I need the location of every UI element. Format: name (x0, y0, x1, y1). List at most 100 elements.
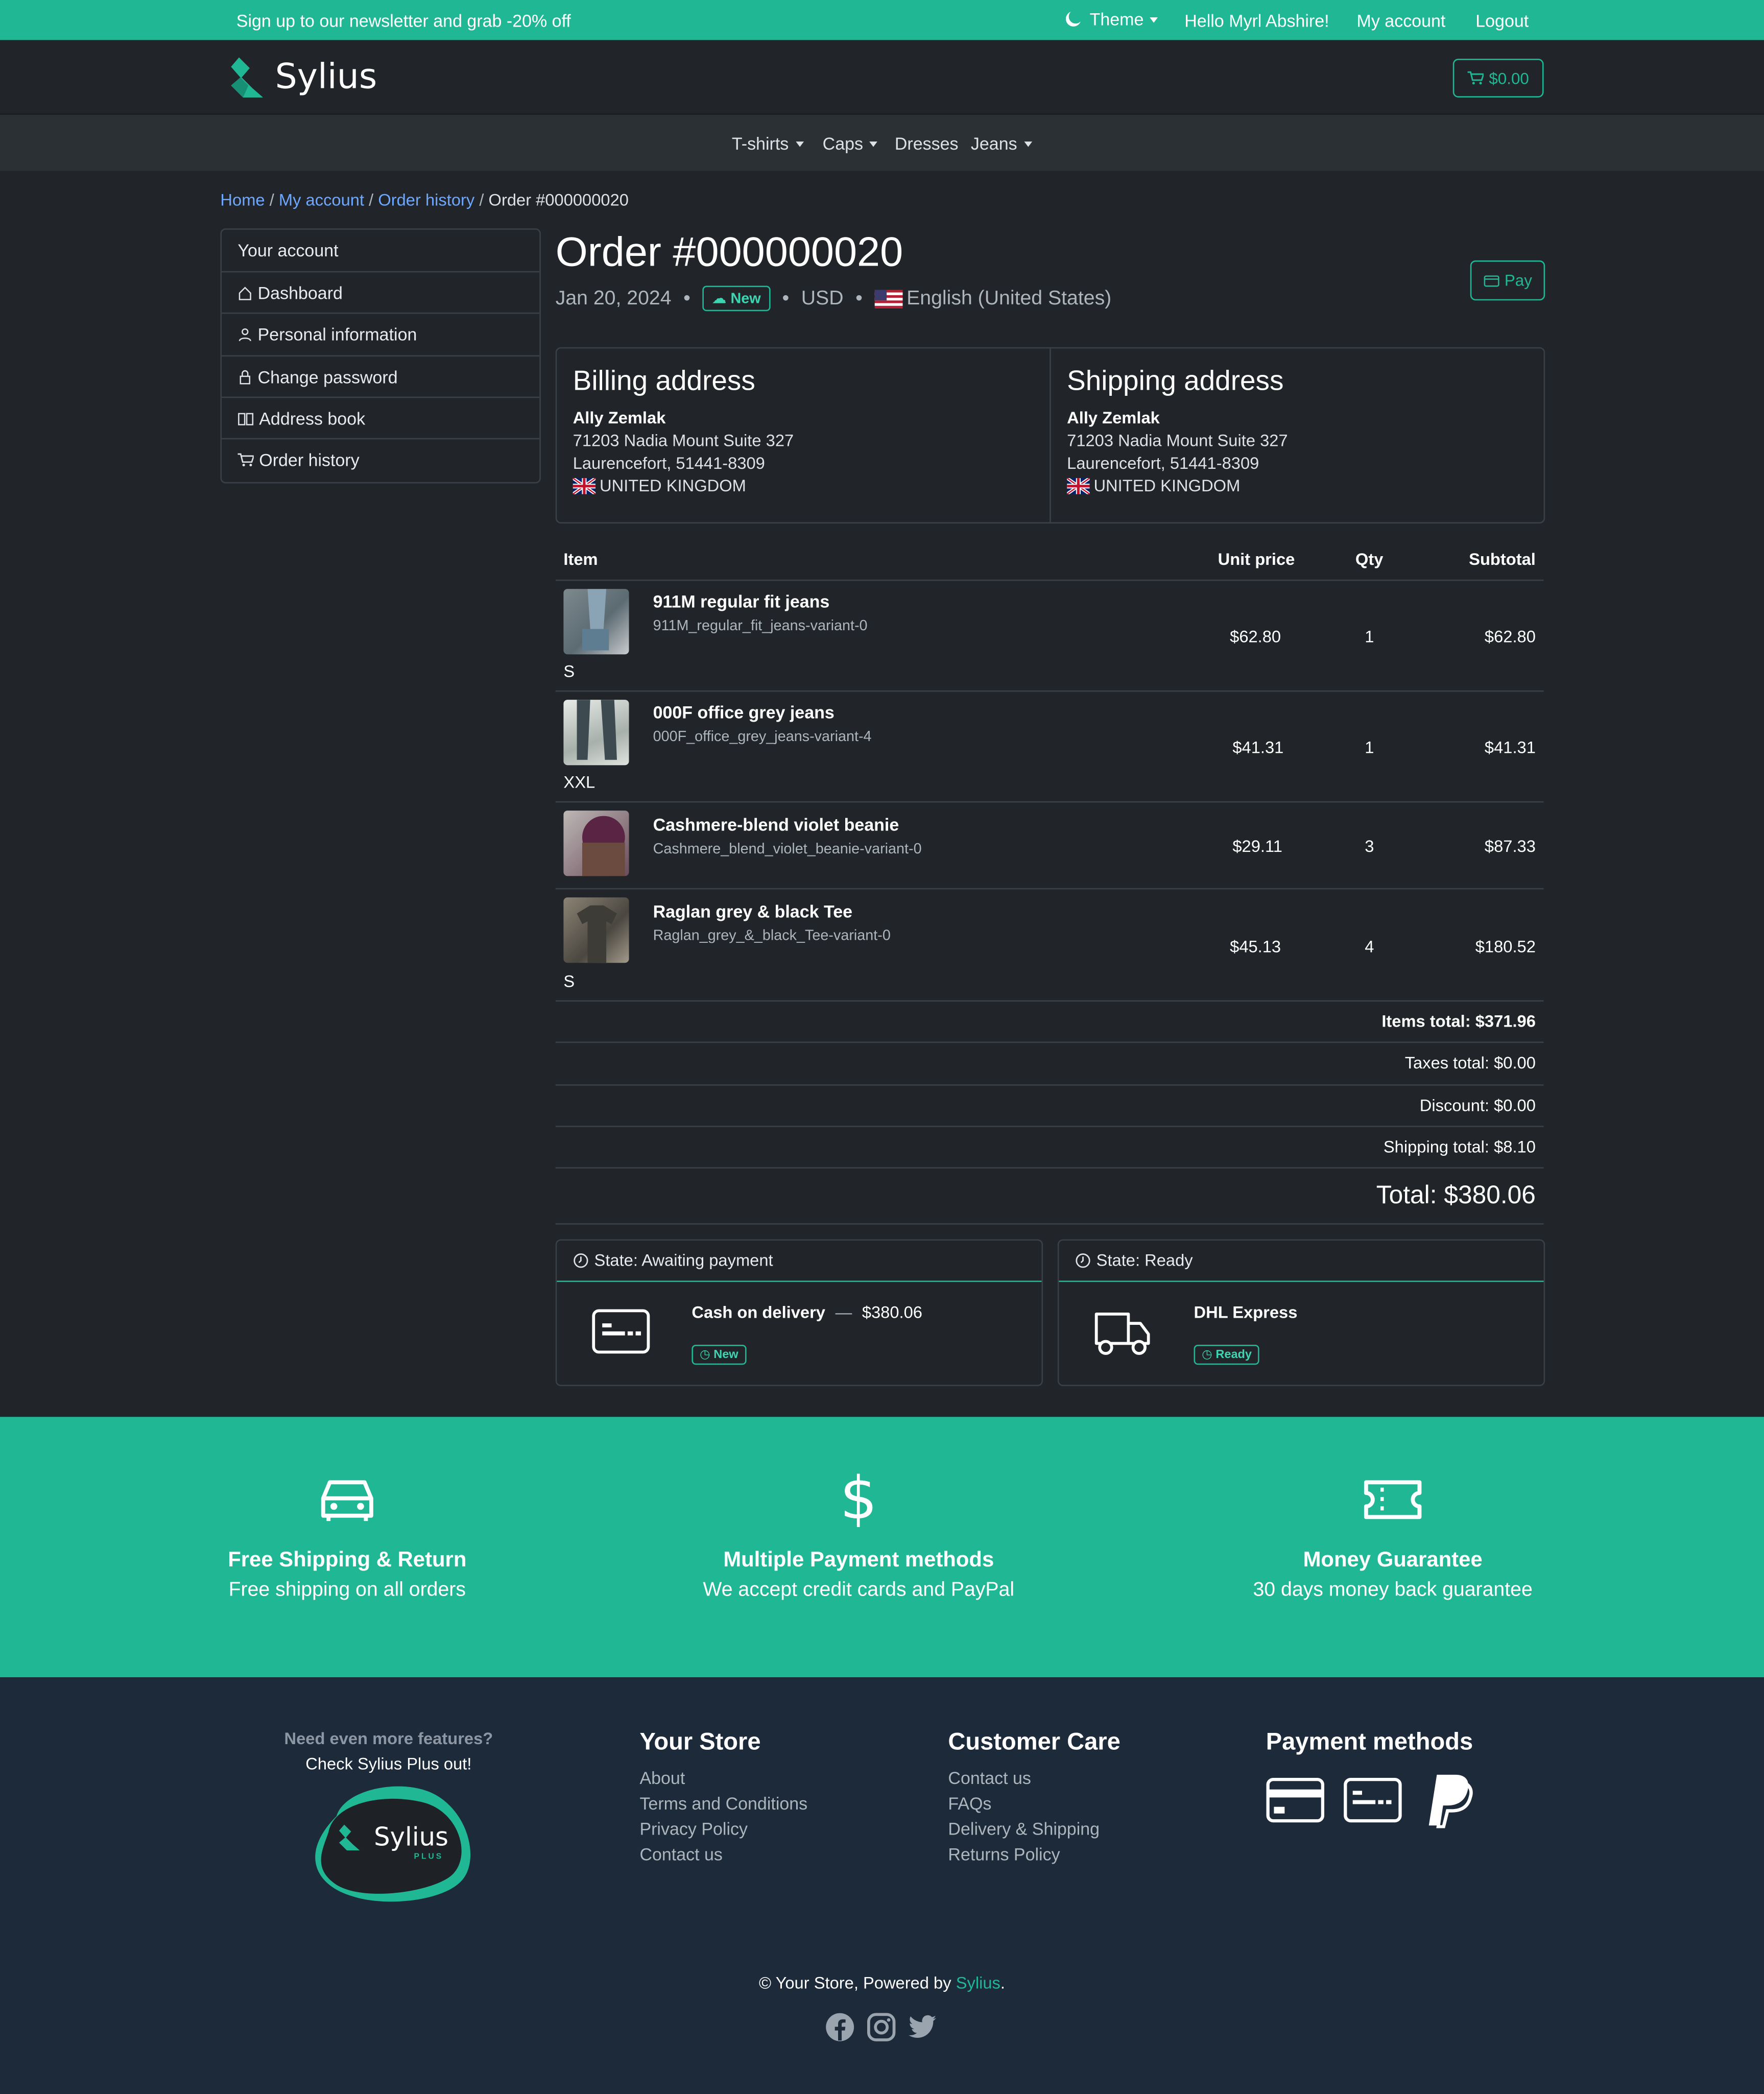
shipment-state-label: State: Ready (1096, 1251, 1193, 1270)
row-subtotal: $41.31 (1484, 738, 1536, 757)
twitter-icon[interactable] (908, 2014, 938, 2040)
breadcrumb-account[interactable]: My account (279, 191, 364, 210)
sylius-logo-icon (339, 1824, 360, 1851)
copyright: © Your Store, Powered by Sylius. (0, 1974, 1764, 1993)
quantity: 4 (1365, 937, 1374, 957)
sidebar-item-label: Change password (257, 366, 398, 387)
plus-cta[interactable]: Check Sylius Plus out! (255, 1755, 522, 1774)
taxes-total-value: Taxes total: $0.00 (1404, 1053, 1536, 1073)
plus-question: Need even more features? (284, 1729, 493, 1748)
feature-title: Free Shipping & Return (228, 1549, 467, 1572)
billing-title: Billing address (573, 366, 755, 397)
sidebar-item-label: Personal information (257, 324, 417, 344)
product-variant: 000F_office_grey_jeans-variant-4 (653, 729, 872, 746)
cart-icon (237, 453, 254, 466)
brand-logo[interactable]: Sylius (227, 56, 377, 99)
footer-link[interactable]: Contact us (639, 1844, 807, 1864)
uk-flag-icon (573, 478, 596, 494)
sidebar-item-dashboard[interactable]: Dashboard (222, 271, 540, 313)
sylius-link[interactable]: Sylius (956, 1974, 1000, 1993)
table-header: Item Unit price Qty Subtotal (556, 539, 1544, 579)
meta-separator: • (855, 287, 863, 310)
table-row: Raglan grey & black Tee Raglan_grey_&_bl… (555, 888, 1544, 1002)
nav-label: T-shirts (731, 133, 789, 154)
theme-label: Theme (1089, 9, 1144, 30)
shipping-country: UNITED KINGDOM (1067, 477, 1288, 495)
billing-country: UNITED KINGDOM (573, 477, 794, 495)
status-badge: ☁ New (702, 285, 770, 312)
sidebar-item-personal-information[interactable]: Personal information (222, 312, 540, 354)
copyright-text: © Your Store, Powered by (759, 1973, 951, 1993)
product-name[interactable]: 911M regular fit jeans (653, 591, 830, 611)
sidebar-item-order-history[interactable]: Order history (222, 438, 540, 480)
jeans-photo (582, 589, 609, 651)
copyright-period: . (1000, 1973, 1006, 1993)
unit-price: $29.11 (1232, 837, 1282, 856)
feature-subtitle: 30 days money back guarantee (1253, 1578, 1533, 1602)
sidebar-item-change-password[interactable]: Change password (222, 355, 540, 397)
theme-toggle[interactable]: Theme (1064, 9, 1159, 30)
moon-icon (1065, 12, 1081, 27)
feature-title: Multiple Payment methods (723, 1549, 994, 1572)
footer-link[interactable]: Terms and Conditions (639, 1794, 807, 1814)
footer-link[interactable]: Privacy Policy (639, 1819, 807, 1839)
sidebar-item-address-book[interactable]: Address book (222, 396, 540, 438)
shipment-status-label: Ready (1215, 1347, 1252, 1361)
feature-subtitle: Free shipping on all orders (228, 1578, 466, 1602)
footer-link[interactable]: Returns Policy (948, 1844, 1120, 1864)
cart-total: $0.00 (1489, 68, 1529, 88)
footer-link[interactable]: FAQs (948, 1794, 1120, 1814)
shipping-title: Shipping address (1067, 366, 1284, 397)
product-image[interactable] (563, 700, 629, 766)
feature-title: Money Guarantee (1303, 1549, 1483, 1572)
breadcrumb-home[interactable]: Home (220, 191, 265, 210)
payment-icons (1266, 1772, 1477, 1828)
shipping-name: Ally Zemlak (1067, 409, 1160, 427)
plus-logo-text: Sylius (374, 1823, 449, 1852)
caret-icon (795, 141, 804, 147)
top-bar: Sign up to our newsletter and grab -20% … (0, 0, 1764, 40)
footer-care-column: Customer Care Contact us FAQs Delivery &… (948, 1728, 1120, 1864)
addresses-card: Billing address Ally Zemlak 71203 Nadia … (555, 347, 1545, 524)
cart-button[interactable]: $0.00 (1452, 59, 1544, 98)
nav-dresses[interactable]: Dresses (895, 133, 959, 153)
product-name[interactable]: 000F office grey jeans (653, 702, 835, 722)
product-image[interactable] (563, 811, 629, 876)
payment-method-label: Cash on delivery (692, 1303, 826, 1322)
product-variant: 911M_regular_fit_jeans-variant-0 (653, 618, 868, 634)
meta-separator: • (683, 287, 690, 310)
sylius-plus-logo[interactable]: Sylius PLUS (304, 1779, 478, 1907)
product-option: S (563, 972, 575, 991)
product-image[interactable] (563, 589, 629, 655)
instagram-icon[interactable] (867, 2012, 896, 2042)
product-name[interactable]: Raglan grey & black Tee (653, 901, 852, 921)
footer-link[interactable]: Delivery & Shipping (948, 1819, 1120, 1839)
breadcrumb-history[interactable]: Order history (378, 191, 474, 210)
discount-total-value: Discount: $0.00 (1419, 1096, 1536, 1115)
nav-tshirts[interactable]: T-shirts (731, 133, 804, 154)
sidebar-title: Your account (222, 230, 539, 271)
footer-link[interactable]: About (639, 1768, 807, 1788)
caret-icon (870, 141, 878, 147)
billing-city: Laurencefort, 51441-8309 (573, 454, 765, 473)
payment-state-label: State: Awaiting payment (594, 1251, 773, 1270)
payment-methods-title: Payment methods (1266, 1728, 1473, 1755)
my-account-link[interactable]: My account (1357, 11, 1446, 31)
shipping-address: Shipping address Ally Zemlak 71203 Nadia… (1067, 366, 1288, 495)
nav-caps[interactable]: Caps (823, 133, 878, 154)
product-name[interactable]: Cashmere-blend violet beanie (653, 815, 899, 835)
tee-photo (577, 905, 617, 963)
col-subtotal: Subtotal (1469, 550, 1536, 569)
quantity: 1 (1365, 738, 1374, 757)
logout-link[interactable]: Logout (1475, 11, 1529, 31)
product-image[interactable] (563, 897, 629, 963)
nav-jeans[interactable]: Jeans (971, 133, 1032, 154)
row-subtotal: $62.80 (1484, 627, 1536, 647)
car-icon (321, 1480, 373, 1521)
pay-button[interactable]: Pay (1470, 260, 1545, 301)
unit-price: $45.13 (1230, 937, 1281, 957)
newsletter-link[interactable]: Sign up to our newsletter and grab -20% … (236, 11, 571, 31)
footer-link[interactable]: Contact us (948, 1768, 1120, 1788)
items-total: Items total: $371.96 (555, 1000, 1544, 1043)
facebook-icon[interactable] (825, 2012, 855, 2042)
